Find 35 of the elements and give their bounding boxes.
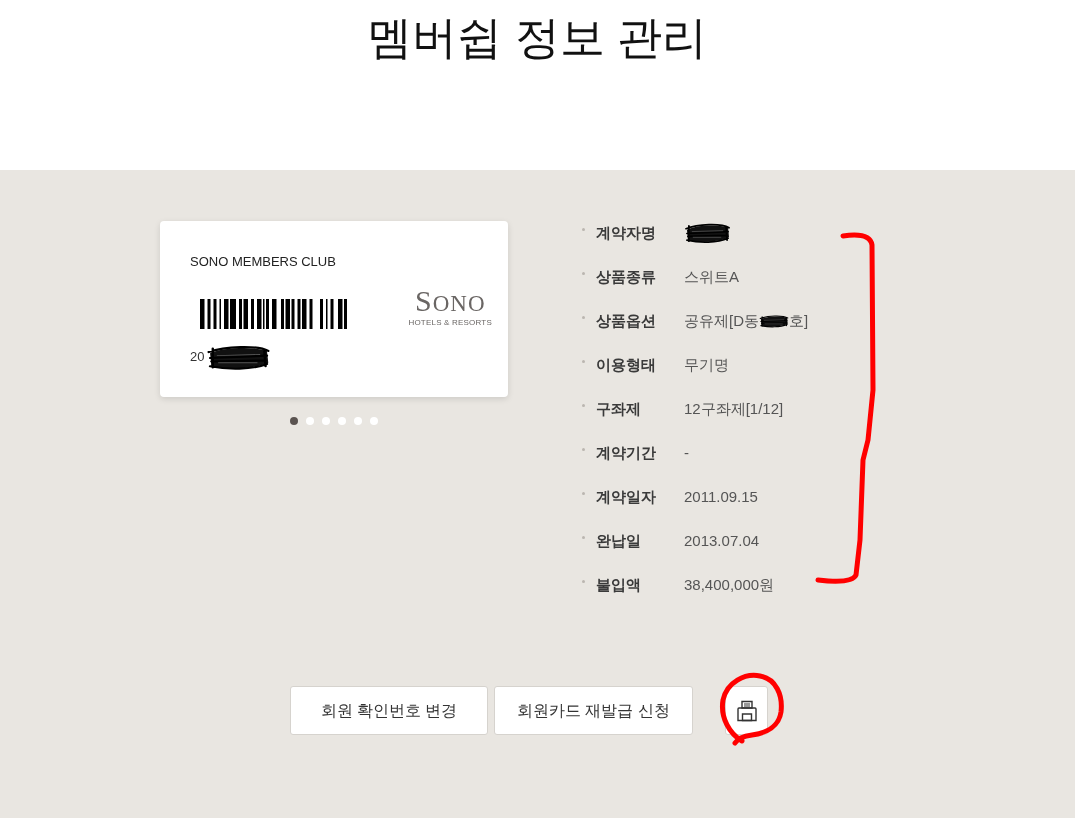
card-number: 20 [190, 350, 205, 364]
bullet-icon [582, 447, 585, 451]
detail-value: 2013.07.04 [684, 531, 760, 551]
detail-value: 38,400,000원 [684, 575, 775, 595]
bullet-icon [582, 315, 585, 319]
detail-label: 구좌제 [596, 399, 642, 419]
logo-wordmark: SONO [414, 288, 486, 317]
club-name: SONO MEMBERS CLUB [190, 254, 337, 270]
detail-label: 계약자명 [596, 223, 657, 243]
detail-label: 상품종류 [596, 267, 657, 287]
page-title: 멤버쉽 정보 관리 [367, 14, 708, 62]
detail-label: 상품옵션 [596, 311, 657, 331]
bullet-icon [582, 359, 585, 363]
detail-value: 무기명 [684, 355, 729, 375]
bullet-icon [582, 271, 585, 275]
detail-label: 이용형태 [596, 355, 657, 375]
detail-label: 불입액 [596, 575, 642, 595]
detail-value: - [684, 443, 689, 463]
printer-icon [735, 699, 758, 722]
detail-label: 계약일자 [596, 487, 657, 507]
action-button[interactable]: 회원카드 재발급 신청 [494, 686, 693, 735]
action-button[interactable]: 회원 확인번호 변경 [290, 686, 488, 735]
detail-label: 완납일 [596, 531, 642, 551]
bullet-icon [582, 535, 585, 539]
bullet-icon [582, 403, 585, 407]
bullet-icon [582, 227, 585, 231]
detail-value: 호] [789, 311, 809, 331]
bullet-icon [582, 579, 585, 583]
detail-value: 스위트A [684, 267, 739, 287]
detail-value: 2011.09.15 [684, 487, 758, 507]
detail-label: 계약기간 [596, 443, 657, 463]
detail-value: 공유제[D동 [684, 311, 759, 331]
detail-value: 12구좌제[1/12] [684, 399, 784, 419]
logo-tagline: HOTELS & RESORTS [408, 318, 492, 328]
bullet-icon [582, 491, 585, 495]
